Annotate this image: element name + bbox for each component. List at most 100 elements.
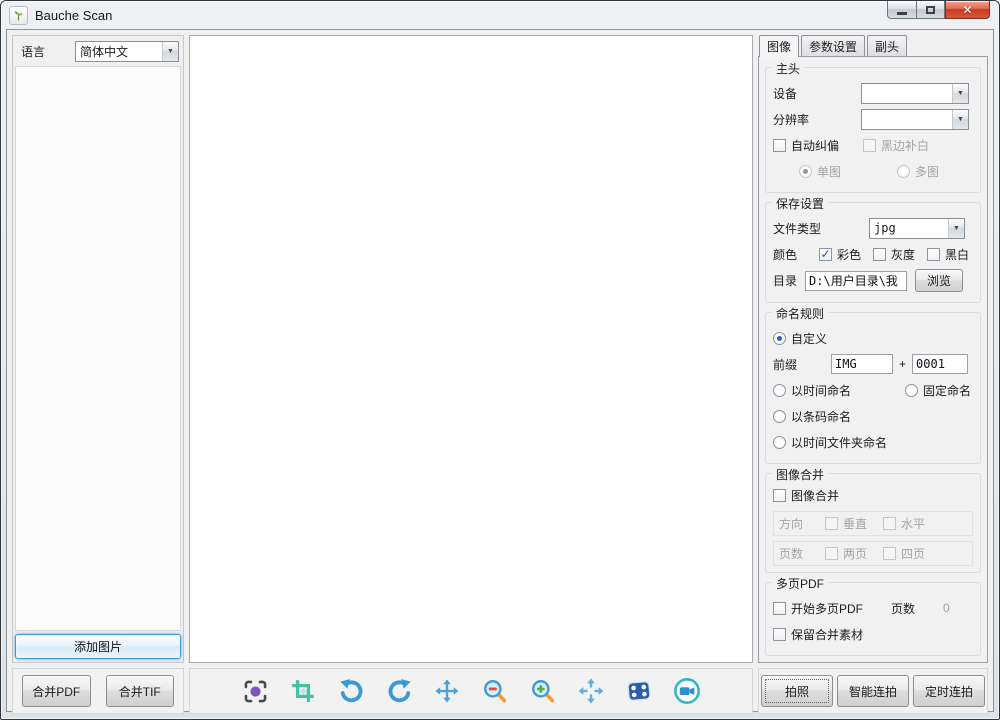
four-corners-button[interactable] <box>625 677 653 705</box>
zoom-in-button[interactable] <box>529 677 557 705</box>
tab-panel-image: 主头 设备 ▼ 分辨率 ▼ <box>758 56 988 663</box>
take-photo-button[interactable]: 拍照 <box>761 675 833 707</box>
focus-scan-button[interactable] <box>241 677 269 705</box>
directory-input[interactable] <box>805 271 907 291</box>
language-dropdown[interactable]: 简体中文 ▼ <box>75 41 179 62</box>
checkbox-icon <box>927 248 940 261</box>
bw-checkbox[interactable]: 黑白 <box>927 246 969 263</box>
bw-option-label: 黑白 <box>945 246 969 263</box>
group-save-title: 保存设置 <box>772 195 828 212</box>
device-row: 设备 ▼ <box>773 82 973 104</box>
by-time-folder-radio[interactable]: 以时间文件夹命名 <box>773 434 887 451</box>
zoom-out-button[interactable] <box>481 677 509 705</box>
tab-image[interactable]: 图像 <box>759 35 799 57</box>
radio-icon <box>773 410 786 423</box>
checkbox-icon <box>863 139 876 152</box>
maximize-icon <box>926 6 935 14</box>
resolution-value <box>862 110 952 129</box>
plus-sign: + <box>899 357 906 371</box>
video-capture-icon <box>673 676 701 706</box>
minimize-button[interactable] <box>887 1 917 19</box>
prefix-input[interactable] <box>831 354 893 374</box>
four-pages-label: 四页 <box>901 545 925 562</box>
file-type-dropdown[interactable]: jpg ▼ <box>869 218 965 239</box>
radio-icon <box>773 436 786 449</box>
file-type-value: jpg <box>870 219 948 238</box>
single-image-label: 单图 <box>817 163 841 180</box>
single-image-radio: 单图 <box>799 163 841 180</box>
close-button[interactable]: ✕ <box>945 1 990 19</box>
deskew-row: 自动纠偏 黑边补白 <box>773 134 973 156</box>
gray-checkbox[interactable]: 灰度 <box>873 246 915 263</box>
preview-canvas[interactable] <box>189 35 753 663</box>
device-dropdown[interactable]: ▼ <box>861 83 969 104</box>
device-value <box>862 84 952 103</box>
time-folder-row: 以时间文件夹命名 <box>773 431 973 453</box>
merge-tif-button[interactable]: 合并TIF <box>106 675 175 707</box>
timed-burst-button[interactable]: 定时连拍 <box>913 675 985 707</box>
radio-icon <box>773 384 786 397</box>
four-corners-icon <box>625 677 653 705</box>
fixed-name-radio[interactable]: 固定命名 <box>905 382 971 399</box>
add-image-button[interactable]: 添加图片 <box>15 634 181 659</box>
move-icon <box>435 679 459 703</box>
radio-selected-icon <box>773 332 786 345</box>
expand-button[interactable] <box>577 677 605 705</box>
group-naming-rules: 命名规则 自定义 前缀 + <box>765 312 981 464</box>
chevron-down-icon: ▼ <box>952 84 968 103</box>
chevron-down-icon: ▼ <box>952 110 968 129</box>
by-time-folder-label: 以时间文件夹命名 <box>791 434 887 451</box>
color-checkbox[interactable]: 彩色 <box>819 246 861 263</box>
close-icon: ✕ <box>962 4 972 16</box>
by-time-radio[interactable]: 以时间命名 <box>773 382 851 399</box>
tab-subhead[interactable]: 副头 <box>867 35 907 56</box>
video-capture-button[interactable] <box>673 677 701 705</box>
image-merge-checkbox[interactable]: 图像合并 <box>773 487 839 504</box>
auto-deskew-checkbox[interactable]: 自动纠偏 <box>773 137 839 154</box>
device-label: 设备 <box>773 85 861 102</box>
bottom-left-panel: 合并PDF 合并TIF <box>12 668 184 714</box>
resolution-label: 分辨率 <box>773 111 861 128</box>
custom-naming-row: 自定义 <box>773 327 973 349</box>
horizontal-label: 水平 <box>901 515 925 532</box>
tab-params[interactable]: 参数设置 <box>801 35 865 56</box>
multi-image-label: 多图 <box>915 163 939 180</box>
radio-icon <box>799 165 812 178</box>
minimize-icon <box>897 12 907 15</box>
custom-naming-label: 自定义 <box>791 330 827 347</box>
checkbox-icon <box>873 248 886 261</box>
merge-checkbox-row: 图像合并 <box>773 484 973 506</box>
resolution-dropdown[interactable]: ▼ <box>861 109 969 130</box>
resolution-row: 分辨率 ▼ <box>773 108 973 130</box>
zoom-in-icon <box>530 678 556 704</box>
move-button[interactable] <box>433 677 461 705</box>
merge-pdf-button[interactable]: 合并PDF <box>22 675 91 707</box>
browse-button[interactable]: 浏览 <box>915 269 963 292</box>
keep-material-checkbox[interactable]: 保留合并素材 <box>773 626 863 643</box>
start-mpdf-checkbox[interactable]: 开始多页PDF <box>773 600 863 617</box>
crop-button[interactable] <box>289 677 317 705</box>
directory-label: 目录 <box>773 272 797 289</box>
start-number-input[interactable] <box>912 354 968 374</box>
checkbox-icon <box>773 489 786 502</box>
group-naming-title: 命名规则 <box>772 305 828 322</box>
rotate-left-button[interactable] <box>337 677 365 705</box>
rotate-right-button[interactable] <box>385 677 413 705</box>
by-barcode-radio[interactable]: 以条码命名 <box>773 408 851 425</box>
maximize-button[interactable] <box>917 1 945 19</box>
file-type-label: 文件类型 <box>773 220 869 237</box>
group-mpdf-title: 多页PDF <box>772 575 828 592</box>
vertical-checkbox: 垂直 <box>825 515 867 532</box>
expand-icon <box>578 678 604 704</box>
smart-burst-button[interactable]: 智能连拍 <box>837 675 909 707</box>
group-main-head-title: 主头 <box>772 60 804 77</box>
fixed-name-label: 固定命名 <box>923 382 971 399</box>
thumbnail-list[interactable] <box>15 66 181 631</box>
custom-naming-radio[interactable]: 自定义 <box>773 330 827 347</box>
title-bar[interactable]: Bauche Scan <box>1 1 999 29</box>
directory-row: 目录 浏览 <box>773 269 973 292</box>
keep-material-label: 保留合并素材 <box>791 626 863 643</box>
image-merge-label: 图像合并 <box>791 487 839 504</box>
window-title: Bauche Scan <box>35 8 112 23</box>
chevron-down-icon: ▼ <box>948 219 964 238</box>
